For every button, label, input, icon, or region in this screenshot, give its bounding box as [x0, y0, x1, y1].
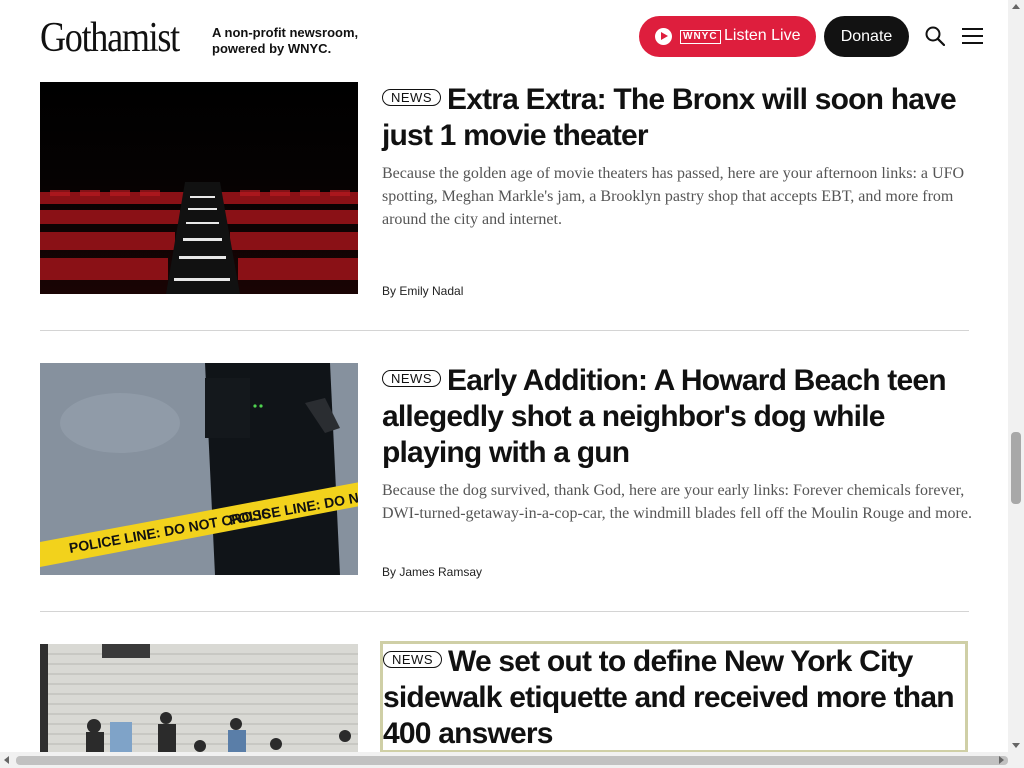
- tagline-line-2: powered by WNYC.: [212, 41, 332, 56]
- hamburger-menu-icon[interactable]: [962, 28, 984, 44]
- play-icon: [655, 28, 672, 45]
- vertical-scrollbar[interactable]: [1008, 0, 1024, 752]
- news-tag[interactable]: NEWS: [382, 369, 441, 387]
- headline-text[interactable]: Extra Extra: The Bronx will soon have ju…: [382, 83, 957, 152]
- divider: [40, 611, 969, 612]
- scroll-down-arrow-icon[interactable]: [1012, 743, 1020, 748]
- headline-text[interactable]: Early Addition: A Howard Beach teen alle…: [382, 364, 947, 469]
- article-headline[interactable]: NEWS We set out to define New York City s…: [383, 644, 965, 752]
- vertical-scroll-thumb[interactable]: [1011, 432, 1021, 504]
- horizontal-scroll-thumb[interactable]: [16, 756, 1008, 765]
- article-summary: Because the dog survived, thank God, her…: [382, 482, 972, 522]
- tagline-line-1: A non-profit newsroom,: [212, 25, 359, 40]
- listen-live-button[interactable]: WNYC Listen Live: [639, 16, 816, 57]
- tagline: A non-profit newsroom, powered by WNYC.: [212, 25, 358, 57]
- wnyc-logo: WNYC: [680, 30, 721, 44]
- article-thumbnail-police-line[interactable]: POLICE LINE: DO NOT CROSS POLICE LINE: D…: [40, 363, 358, 575]
- article-thumbnail-movie-theater[interactable]: [40, 82, 358, 294]
- article-content-focused: NEWS We set out to define New York City s…: [380, 641, 968, 753]
- article-headline[interactable]: NEWS Extra Extra: The Bronx will soon hav…: [382, 82, 972, 154]
- article-content: NEWS Early Addition: A Howard Beach teen …: [382, 363, 972, 583]
- article-card: NEWS We set out to define New York City s…: [40, 641, 970, 753]
- headline-text[interactable]: We set out to define New York City sidew…: [383, 645, 955, 750]
- article-thumbnail-sidewalk[interactable]: [40, 644, 358, 752]
- article-byline[interactable]: By Emily Nadal: [382, 284, 463, 298]
- search-icon[interactable]: [925, 26, 945, 46]
- news-tag[interactable]: NEWS: [382, 88, 441, 106]
- horizontal-scrollbar[interactable]: [0, 752, 1024, 768]
- scroll-up-arrow-icon[interactable]: [1012, 4, 1020, 9]
- article-headline[interactable]: NEWS Early Addition: A Howard Beach teen …: [382, 363, 972, 471]
- scroll-left-arrow-icon[interactable]: [4, 756, 9, 764]
- article-summary: Because the golden age of movie theaters…: [382, 165, 965, 228]
- article-content: NEWS Extra Extra: The Bronx will soon hav…: [382, 82, 972, 302]
- site-header: Gothamist A non-profit newsroom, powered…: [0, 0, 1008, 72]
- article-card: POLICE LINE: DO NOT CROSS POLICE LINE: D…: [40, 363, 972, 583]
- listen-live-label: Listen Live: [724, 27, 801, 44]
- news-tag[interactable]: NEWS: [383, 650, 442, 668]
- scroll-right-arrow-icon[interactable]: [999, 756, 1004, 764]
- donate-button[interactable]: Donate: [824, 16, 909, 57]
- article-card: NEWS Extra Extra: The Bronx will soon hav…: [40, 82, 970, 302]
- article-byline[interactable]: By James Ramsay: [382, 565, 482, 579]
- divider: [40, 330, 969, 331]
- gothamist-logo[interactable]: Gothamist: [40, 14, 180, 62]
